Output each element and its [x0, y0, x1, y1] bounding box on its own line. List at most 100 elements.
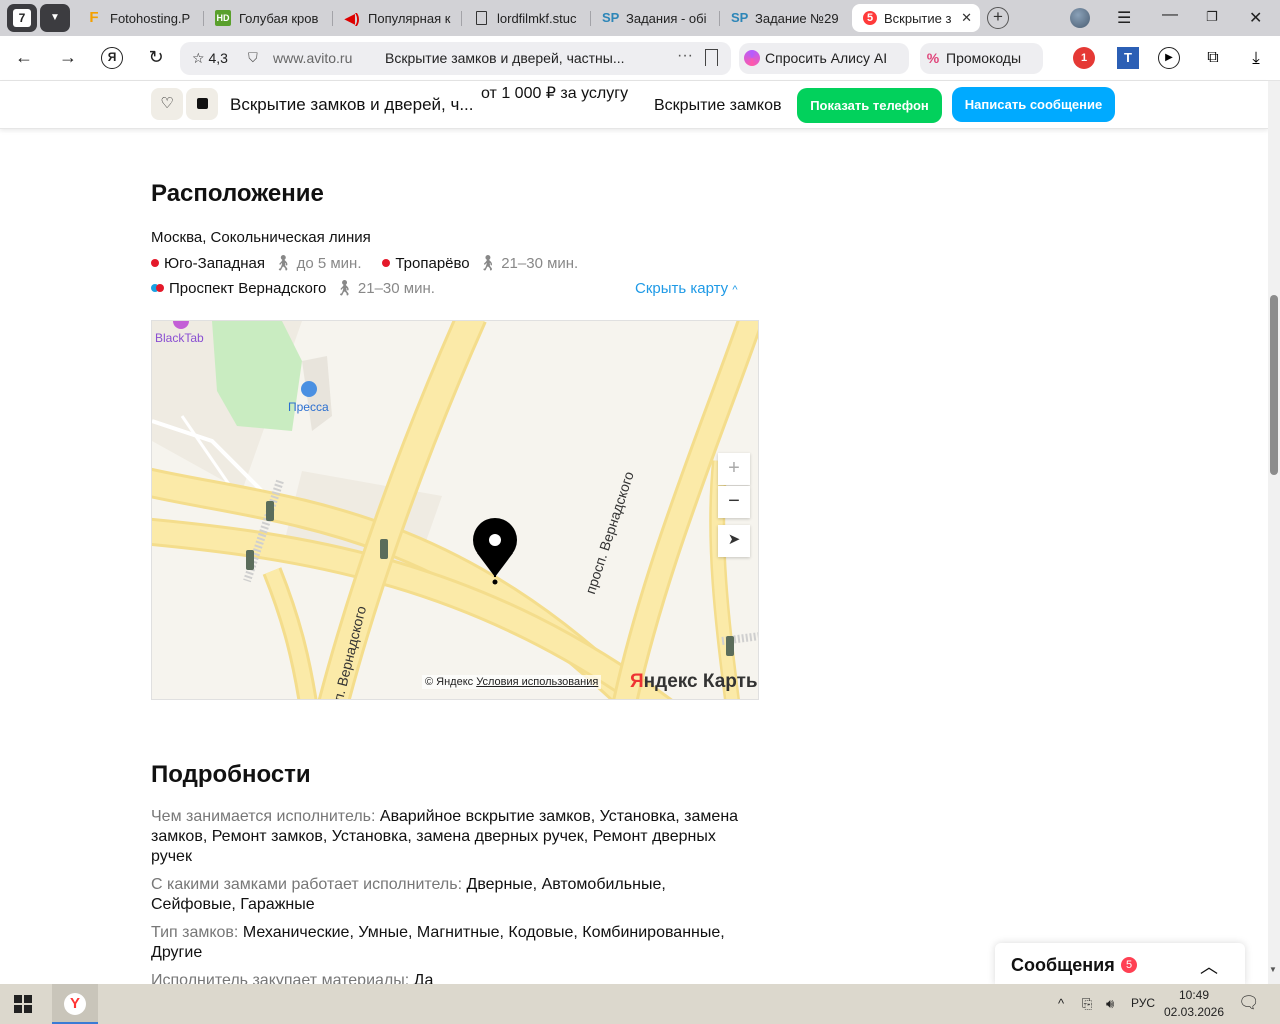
promocodes-button[interactable]: % Промокоды	[920, 43, 1043, 74]
poi-blacktab[interactable]: BlackTab	[155, 331, 204, 345]
pedestrian-icon: 🚶︎	[273, 255, 293, 272]
yandex-maps-logo[interactable]: Яндекс Карты	[630, 671, 758, 693]
tab-golubaya[interactable]: HD Голубая кров	[207, 4, 329, 32]
walk-time: 🚶︎ 21–30 мин.	[477, 255, 579, 272]
tab-fotohosting[interactable]: F Fotohosting.P	[78, 4, 200, 32]
walk-time: 🚶︎ до 5 мин.	[273, 255, 362, 272]
metro-line-dot-icon	[382, 259, 391, 267]
profile-avatar[interactable]	[1070, 8, 1090, 28]
sticky-listing-header: ♡ Вскрытие замков и дверей, ч... от 1 00…	[0, 81, 1268, 129]
percent-icon: %	[926, 50, 940, 66]
collections-icon[interactable]: ⧉	[1202, 47, 1224, 69]
chevron-up-icon: ^	[732, 284, 738, 296]
zoom-out-button[interactable]: −	[718, 486, 750, 518]
yandex-logo-icon[interactable]: Я	[101, 47, 123, 69]
tab-counter-button[interactable]: 7	[7, 4, 37, 32]
minimize-icon[interactable]: —	[1162, 6, 1178, 24]
ask-alice-button[interactable]: Спросить Алису AI	[739, 43, 909, 74]
chevron-down-icon[interactable]: ▼	[40, 4, 70, 32]
tab-zadanie-29[interactable]: SP Задание №29	[723, 4, 845, 32]
metro-station: Тропарёво	[382, 255, 470, 272]
video-play-icon[interactable]: ▶	[1158, 47, 1180, 69]
map-roads	[152, 321, 758, 699]
page-scrollbar[interactable]: ▼	[1268, 81, 1280, 984]
detail-row: С какими замками работает исполнитель: Д…	[151, 876, 666, 913]
shield-icon[interactable]: ⛉	[248, 50, 258, 66]
new-tab-plus-icon[interactable]: +	[987, 7, 1009, 29]
address-bar: ← → Я ↻ ☆ 4,3 ⛉ www.avito.ru Вскрытие за…	[0, 36, 1280, 81]
favorite-heart-icon[interactable]: ♡	[151, 88, 183, 120]
tray-chevron-up-icon[interactable]: ^	[1058, 996, 1064, 1011]
reload-icon[interactable]: ↻	[145, 47, 167, 68]
details-heading: Подробности	[151, 761, 311, 788]
sp-icon: SP	[602, 10, 620, 25]
note-icon[interactable]	[186, 88, 218, 120]
messages-widget[interactable]: Сообщения 5 ︿	[995, 943, 1245, 985]
windows-start-icon[interactable]	[14, 995, 32, 1013]
url-field[interactable]: ☆ 4,3 ⛉ www.avito.ru Вскрытие замков и д…	[180, 42, 731, 75]
location-map[interactable]: BlackTab Пресса просп. Вернадского п. Ве…	[151, 320, 759, 700]
more-dots-icon[interactable]: ···	[677, 47, 693, 65]
metro-station: Юго-Западная	[151, 255, 265, 272]
location-heading: Расположение	[151, 180, 324, 207]
extension-shield-icon[interactable]: 1	[1073, 47, 1095, 69]
speaker-icon: ◀)	[344, 10, 360, 26]
tray-volume-icon[interactable]: 🔊︎	[1106, 996, 1114, 1012]
hd-icon: HD	[215, 10, 231, 26]
windows-taskbar: Y ^ ⎘ 🔊︎ РУС 10:49 02.03.2026 🗨︎	[0, 984, 1280, 1024]
document-icon	[476, 11, 487, 25]
tray-language[interactable]: РУС	[1131, 996, 1155, 1010]
listing-title: Вскрытие замков и дверей, ч...	[230, 95, 474, 114]
tray-clock[interactable]: 10:49 02.03.2026	[1163, 987, 1225, 1021]
tab-vskrytie-active[interactable]: 5 Вскрытие з ✕	[852, 4, 980, 32]
tab-strip: 7 ▼ F Fotohosting.P HD Голубая кров ◀) П…	[0, 0, 1280, 36]
write-message-button[interactable]: Написать сообщение	[952, 87, 1115, 122]
window-close-icon[interactable]: ✕	[1249, 8, 1262, 28]
site-rating[interactable]: ☆ 4,3	[192, 50, 228, 67]
zoom-in-button[interactable]: +	[718, 453, 750, 485]
tab-count: 7	[13, 9, 31, 27]
metro-row-1: Юго-Западная 🚶︎ до 5 мин. Тропарёво 🚶︎ 2…	[151, 254, 578, 272]
walk-time: 🚶︎ 21–30 мин.	[334, 280, 435, 297]
metro-line-dot-icon	[156, 284, 164, 292]
notifications-icon[interactable]: 🗨︎	[1238, 993, 1260, 1013]
fotohosting-icon: F	[89, 9, 99, 26]
notification-badge-icon: 5	[863, 11, 877, 25]
tab-zadaniya[interactable]: SP Задания - обі	[594, 4, 716, 32]
messages-count-badge: 5	[1121, 957, 1137, 973]
listing-price: от 1 000 ₽ за услугу	[481, 85, 629, 102]
show-phone-button[interactable]: Показать телефон	[797, 88, 942, 123]
tab-populyarnaya[interactable]: ◀) Популярная к	[336, 4, 458, 32]
translate-extension-icon[interactable]: T	[1117, 47, 1139, 69]
yandex-browser-icon: Y	[64, 993, 86, 1015]
tab-lordfilm[interactable]: lordfilmkf.stuc	[465, 4, 587, 32]
url-domain: www.avito.ru	[273, 50, 353, 66]
poi-pressa[interactable]: Пресса	[288, 400, 329, 414]
detail-row: Тип замков: Механические, Умные, Магнитн…	[151, 924, 725, 961]
url-page-title: Вскрытие замков и дверей, частны...	[385, 50, 625, 66]
hide-map-link[interactable]: Скрыть карту ^	[635, 280, 738, 297]
detail-row: Чем занимается исполнитель: Аварийное вс…	[151, 808, 739, 865]
scrollbar-thumb[interactable]	[1270, 295, 1278, 475]
chevron-up-icon[interactable]: ︿	[1200, 953, 1218, 979]
pedestrian-icon: 🚶︎	[477, 255, 498, 272]
metro-row-2: Проспект Вернадского 🚶︎ 21–30 мин.	[151, 279, 435, 297]
taskbar-yandex-browser[interactable]: Y	[52, 984, 98, 1024]
sp-icon: SP	[731, 10, 749, 25]
location-address: Москва, Сокольническая линия	[151, 229, 371, 246]
metro-line-dot-icon	[151, 259, 159, 267]
bookmark-icon[interactable]	[705, 49, 718, 66]
restore-icon[interactable]: ❐	[1206, 9, 1218, 25]
tray-network-icon[interactable]: ⎘	[1082, 996, 1092, 1012]
forward-arrow-icon[interactable]: →	[57, 47, 79, 68]
download-icon[interactable]: ⤓	[1245, 47, 1267, 69]
map-copyright: © Яндекс Условия использования	[422, 675, 602, 689]
menu-icon[interactable]: ☰	[1117, 8, 1131, 28]
close-icon[interactable]: ✕	[961, 10, 972, 26]
listing-category: Вскрытие замков	[654, 97, 782, 114]
scroll-down-arrow-icon[interactable]: ▼	[1269, 965, 1277, 974]
map-terms-link[interactable]: Условия использования	[476, 676, 598, 688]
back-arrow-icon[interactable]: ←	[13, 47, 35, 68]
my-location-icon[interactable]: ➤	[718, 525, 750, 557]
messages-label: Сообщения	[1011, 955, 1115, 975]
